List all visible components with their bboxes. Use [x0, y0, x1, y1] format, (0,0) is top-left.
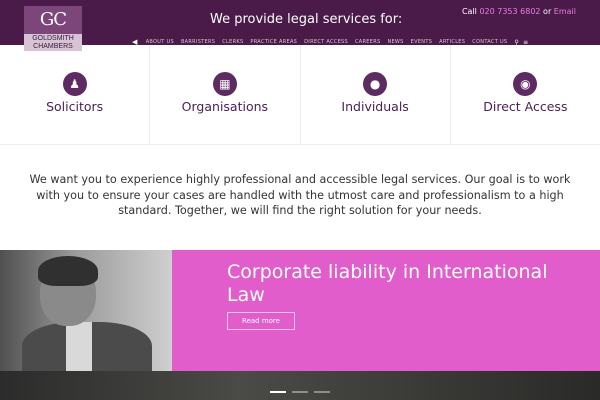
- slider-dot-2[interactable]: [292, 391, 308, 393]
- logo-text: GOLDSMITH CHAMBERS: [24, 35, 82, 51]
- service-card-direct-access[interactable]: ◉ Direct Access: [450, 45, 600, 145]
- org-chart-icon: ▦: [212, 72, 237, 96]
- person-icon: ●: [363, 72, 388, 96]
- read-more-button[interactable]: Read more: [227, 312, 295, 330]
- intro-paragraph: We want you to experience highly profess…: [29, 173, 571, 217]
- contact-info: Call 020 7353 6802 or Email: [462, 7, 576, 16]
- logo-line-2: CHAMBERS: [33, 43, 73, 50]
- service-label: Individuals: [341, 99, 409, 114]
- barrister-photo: [0, 250, 172, 371]
- service-card-organisations[interactable]: ▦ Organisations: [150, 45, 301, 145]
- slider-dots: [270, 391, 336, 393]
- feature-title[interactable]: Corporate liability in International Law: [227, 261, 567, 307]
- service-card-individuals[interactable]: ● Individuals: [300, 45, 451, 145]
- photo-hair: [38, 256, 98, 286]
- contact-or: or: [540, 7, 554, 16]
- logo-line-1: GOLDSMITH: [32, 35, 74, 42]
- call-prefix: Call: [461, 7, 480, 16]
- service-card-solicitors[interactable]: ♟ Solicitors: [0, 45, 151, 145]
- slider-strip: [0, 371, 600, 400]
- photo-collar: [66, 322, 92, 371]
- user-tie-icon: ♟: [62, 72, 87, 96]
- goldsmith-chambers-logo[interactable]: GC GOLDSMITH CHAMBERS: [24, 6, 82, 51]
- slider-dot-3[interactable]: [314, 391, 330, 393]
- top-header: We provide legal services for: Call 020 …: [0, 0, 600, 46]
- slider-dot-1[interactable]: [270, 391, 286, 393]
- featured-article: Corporate liability in International Law…: [0, 250, 600, 371]
- email-link[interactable]: Email: [554, 7, 576, 16]
- service-label: Organisations: [181, 99, 269, 114]
- services-tagline: We provide legal services for:: [210, 12, 403, 27]
- service-label: Solicitors: [46, 99, 104, 114]
- globe-icon: ◉: [513, 72, 538, 96]
- service-label: Direct Access: [483, 99, 568, 114]
- phone-link[interactable]: 020 7353 6802: [479, 7, 540, 16]
- logo-mark: GC: [24, 6, 82, 34]
- service-cards: ♟ Solicitors ▦ Organisations ● Individua…: [0, 45, 600, 145]
